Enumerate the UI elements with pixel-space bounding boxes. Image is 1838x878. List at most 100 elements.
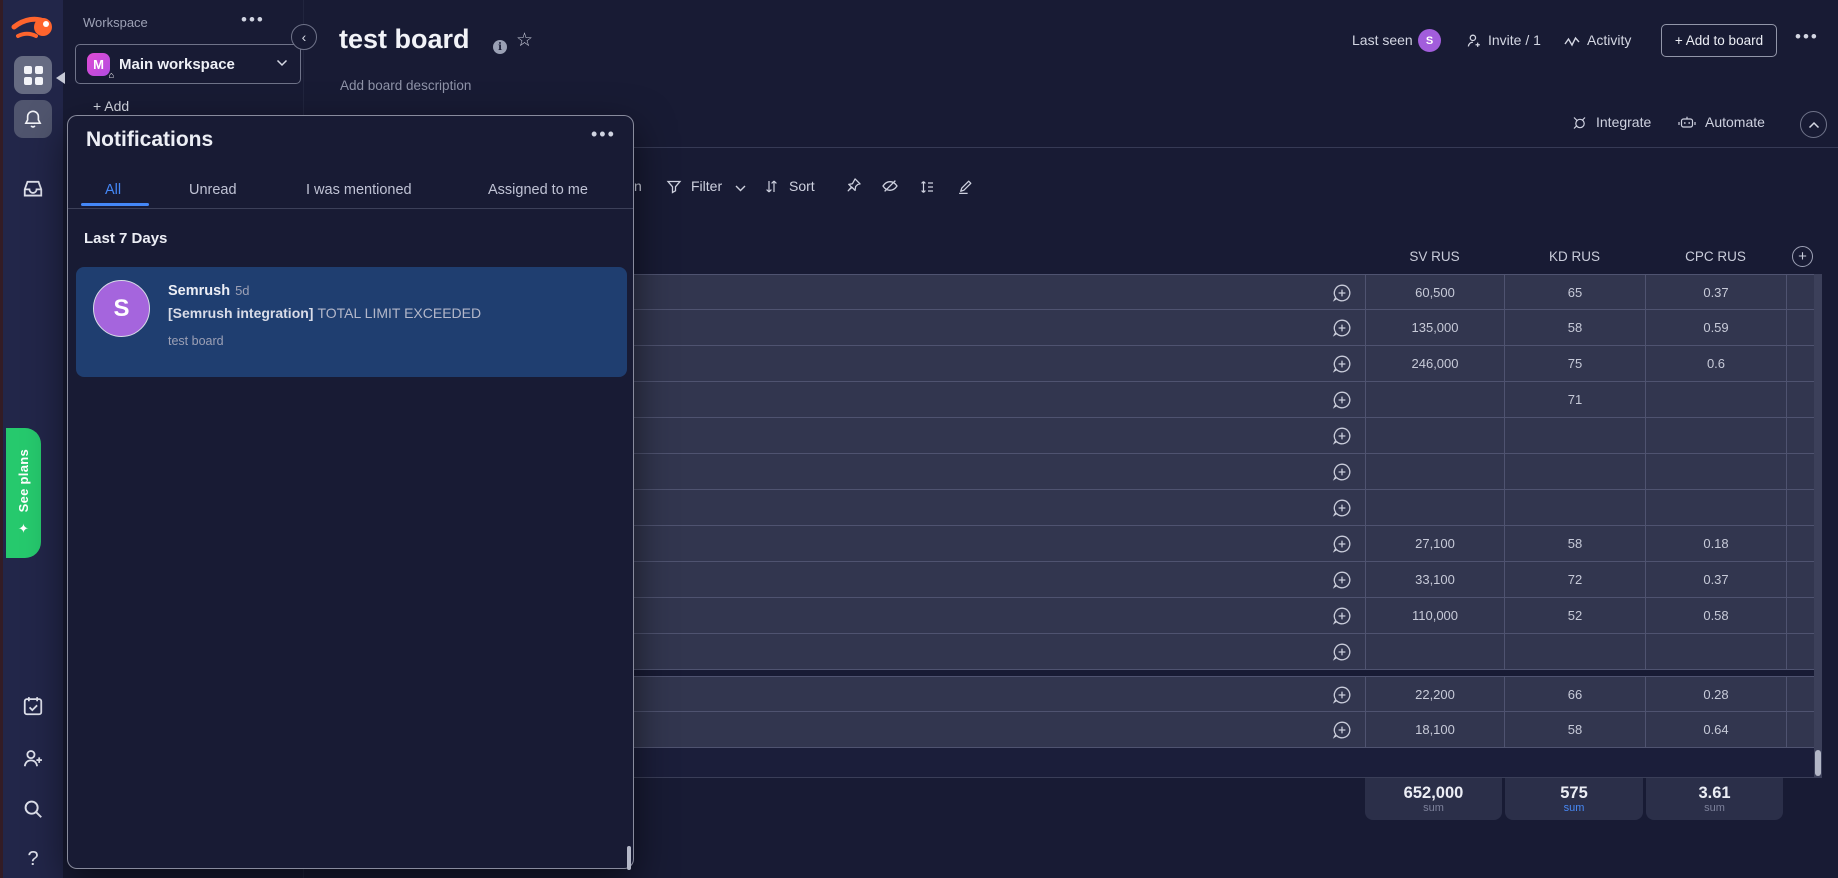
add-update-icon[interactable] bbox=[1332, 354, 1352, 374]
cell-kd[interactable] bbox=[1504, 418, 1645, 453]
column-header-sv[interactable]: SV RUS bbox=[1365, 249, 1504, 264]
cell-kd[interactable]: 71 bbox=[1504, 382, 1645, 417]
panel-scrollbar-thumb[interactable] bbox=[627, 846, 631, 870]
workspace-selector[interactable]: M ⌂ Main workspace bbox=[75, 44, 301, 84]
cell-extra[interactable] bbox=[1786, 310, 1814, 345]
cell-extra[interactable] bbox=[1786, 526, 1814, 561]
sort-button[interactable]: Sort bbox=[789, 178, 815, 194]
cell-sv[interactable] bbox=[1365, 490, 1504, 525]
table-row[interactable] bbox=[634, 418, 1814, 454]
cell-cpc[interactable]: 0.64 bbox=[1645, 712, 1786, 747]
table-row[interactable]: 135,000 58 0.59 bbox=[634, 310, 1814, 346]
cell-extra[interactable] bbox=[1786, 454, 1814, 489]
cell-extra[interactable] bbox=[1786, 562, 1814, 597]
apps-grid-icon[interactable] bbox=[14, 56, 52, 94]
info-icon[interactable]: i bbox=[493, 40, 507, 54]
cell-kd[interactable] bbox=[1504, 634, 1645, 669]
board-menu-icon[interactable]: ••• bbox=[1795, 27, 1819, 47]
cell-sv[interactable]: 60,500 bbox=[1365, 275, 1504, 309]
sum-kd[interactable]: 575 sum bbox=[1505, 778, 1643, 820]
cell-kd[interactable]: 65 bbox=[1504, 275, 1645, 309]
row-name-cell[interactable] bbox=[634, 454, 1365, 489]
vertical-scrollbar-thumb[interactable] bbox=[1815, 750, 1821, 776]
row-name-cell[interactable] bbox=[634, 490, 1365, 525]
cell-kd[interactable] bbox=[1504, 490, 1645, 525]
row-name-cell[interactable] bbox=[634, 275, 1365, 309]
cell-cpc[interactable]: 0.37 bbox=[1645, 562, 1786, 597]
avatar[interactable]: S bbox=[1418, 29, 1441, 52]
table-row[interactable]: 27,100 58 0.18 bbox=[634, 526, 1814, 562]
collapse-header-button[interactable] bbox=[1800, 111, 1827, 138]
star-icon[interactable]: ☆ bbox=[516, 29, 533, 52]
table-row[interactable]: 33,100 72 0.37 bbox=[634, 562, 1814, 598]
bell-icon[interactable] bbox=[14, 100, 52, 138]
row-name-cell[interactable] bbox=[634, 634, 1365, 669]
filter-button[interactable]: Filter bbox=[691, 178, 722, 194]
cell-cpc[interactable]: 0.37 bbox=[1645, 275, 1786, 309]
cell-sv[interactable]: 27,100 bbox=[1365, 526, 1504, 561]
add-update-icon[interactable] bbox=[1332, 534, 1352, 554]
add-column-icon[interactable]: + bbox=[1792, 246, 1813, 267]
add-item-truncated[interactable]: + Add bbox=[93, 98, 129, 115]
row-height-icon[interactable] bbox=[919, 179, 935, 195]
hide-icon[interactable] bbox=[881, 179, 899, 193]
row-name-cell[interactable] bbox=[634, 712, 1365, 747]
invite-button[interactable]: Invite / 1 bbox=[1488, 32, 1541, 48]
collapse-sidebar-button[interactable]: ‹ bbox=[291, 24, 317, 50]
add-update-icon[interactable] bbox=[1332, 462, 1352, 482]
table-row[interactable] bbox=[634, 490, 1814, 526]
add-update-icon[interactable] bbox=[1332, 570, 1352, 590]
automate-button[interactable]: Automate bbox=[1705, 114, 1765, 130]
cell-sv[interactable]: 246,000 bbox=[1365, 346, 1504, 381]
row-name-cell[interactable] bbox=[634, 677, 1365, 711]
cell-extra[interactable] bbox=[1786, 275, 1814, 309]
notification-item[interactable]: S Semrush 5d [Semrush integration] TOTAL L… bbox=[76, 267, 627, 377]
row-name-cell[interactable] bbox=[634, 382, 1365, 417]
cell-cpc[interactable]: 0.18 bbox=[1645, 526, 1786, 561]
add-update-icon[interactable] bbox=[1332, 498, 1352, 518]
table-row[interactable]: 60,500 65 0.37 bbox=[634, 274, 1814, 310]
board-description[interactable]: Add board description bbox=[340, 78, 471, 93]
cell-kd[interactable]: 58 bbox=[1504, 526, 1645, 561]
cell-extra[interactable] bbox=[1786, 490, 1814, 525]
column-header-kd[interactable]: KD RUS bbox=[1504, 249, 1645, 264]
tab-unread[interactable]: Unread bbox=[189, 182, 237, 198]
table-row[interactable] bbox=[634, 634, 1814, 670]
sum-sv[interactable]: 652,000 sum bbox=[1365, 778, 1502, 820]
activity-button[interactable]: Activity bbox=[1587, 32, 1631, 48]
row-name-cell[interactable] bbox=[634, 418, 1365, 453]
vertical-scrollbar-track[interactable] bbox=[1814, 274, 1822, 778]
invite-members-icon[interactable] bbox=[16, 742, 50, 774]
table-row[interactable] bbox=[634, 454, 1814, 490]
row-name-cell[interactable] bbox=[634, 598, 1365, 633]
add-update-icon[interactable] bbox=[1332, 606, 1352, 626]
integrate-button[interactable]: Integrate bbox=[1596, 114, 1651, 130]
cell-extra[interactable] bbox=[1786, 634, 1814, 669]
cell-cpc[interactable] bbox=[1645, 418, 1786, 453]
cell-cpc[interactable] bbox=[1645, 490, 1786, 525]
pin-icon[interactable] bbox=[845, 177, 862, 194]
notifications-menu-icon[interactable]: ••• bbox=[591, 124, 616, 145]
cell-kd[interactable] bbox=[1504, 454, 1645, 489]
row-name-cell[interactable] bbox=[634, 346, 1365, 381]
table-row[interactable]: 22,200 66 0.28 bbox=[634, 676, 1814, 712]
table-row[interactable]: 110,000 52 0.58 bbox=[634, 598, 1814, 634]
cell-cpc[interactable] bbox=[1645, 634, 1786, 669]
help-icon[interactable]: ? bbox=[16, 843, 50, 875]
cell-kd[interactable]: 72 bbox=[1504, 562, 1645, 597]
add-update-icon[interactable] bbox=[1332, 685, 1352, 705]
cell-extra[interactable] bbox=[1786, 346, 1814, 381]
add-update-icon[interactable] bbox=[1332, 283, 1352, 303]
table-row[interactable]: 18,100 58 0.64 bbox=[634, 712, 1814, 748]
tab-all[interactable]: All bbox=[105, 182, 121, 198]
table-row[interactable]: 246,000 75 0.6 bbox=[634, 346, 1814, 382]
tab-mentioned[interactable]: I was mentioned bbox=[306, 182, 412, 198]
cell-sv[interactable] bbox=[1365, 454, 1504, 489]
add-to-board-button[interactable]: + Add to board bbox=[1661, 24, 1777, 57]
cell-sv[interactable] bbox=[1365, 382, 1504, 417]
semrush-logo-icon[interactable] bbox=[10, 11, 56, 47]
sum-cpc[interactable]: 3.61 sum bbox=[1646, 778, 1783, 820]
person-button-truncated[interactable]: n bbox=[634, 178, 642, 194]
cell-extra[interactable] bbox=[1786, 382, 1814, 417]
add-update-icon[interactable] bbox=[1332, 720, 1352, 740]
